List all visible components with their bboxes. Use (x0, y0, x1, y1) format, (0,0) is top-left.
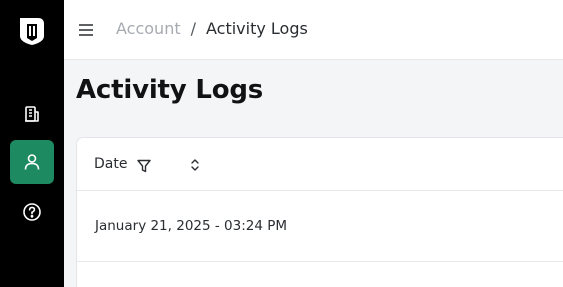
breadcrumb-parent-link[interactable]: Account (116, 19, 181, 39)
help-icon (22, 202, 42, 222)
page-title: Activity Logs (76, 75, 264, 105)
activity-logs-table: Date January 21, 2025 - 03:24 PM (76, 137, 563, 287)
breadcrumb-current: Activity Logs (206, 19, 308, 38)
column-header-date[interactable]: Date (94, 156, 127, 173)
table-cell-date: January 21, 2025 - 03:24 PM (95, 218, 288, 234)
menu-toggle-button[interactable] (78, 22, 94, 38)
app-root: Account / Activity Logs Activity Logs Da… (0, 0, 563, 287)
hamburger-icon (78, 23, 94, 42)
breadcrumb: Account / Activity Logs (116, 19, 308, 39)
sort-icon[interactable] (189, 157, 201, 173)
brand-logo-icon[interactable] (16, 14, 48, 46)
building-icon (22, 104, 42, 124)
table-row[interactable]: January 21, 2025 - 03:24 PM (77, 191, 563, 262)
sidebar-item-building[interactable] (10, 92, 54, 136)
table-header-row: Date (77, 138, 563, 191)
sidebar-item-help[interactable] (10, 190, 54, 234)
sidebar-item-account[interactable] (10, 140, 54, 184)
top-header: Account / Activity Logs (64, 0, 563, 60)
sidebar (0, 0, 64, 287)
breadcrumb-separator: / (190, 19, 196, 38)
filter-icon[interactable] (137, 158, 151, 173)
user-icon (22, 152, 42, 172)
